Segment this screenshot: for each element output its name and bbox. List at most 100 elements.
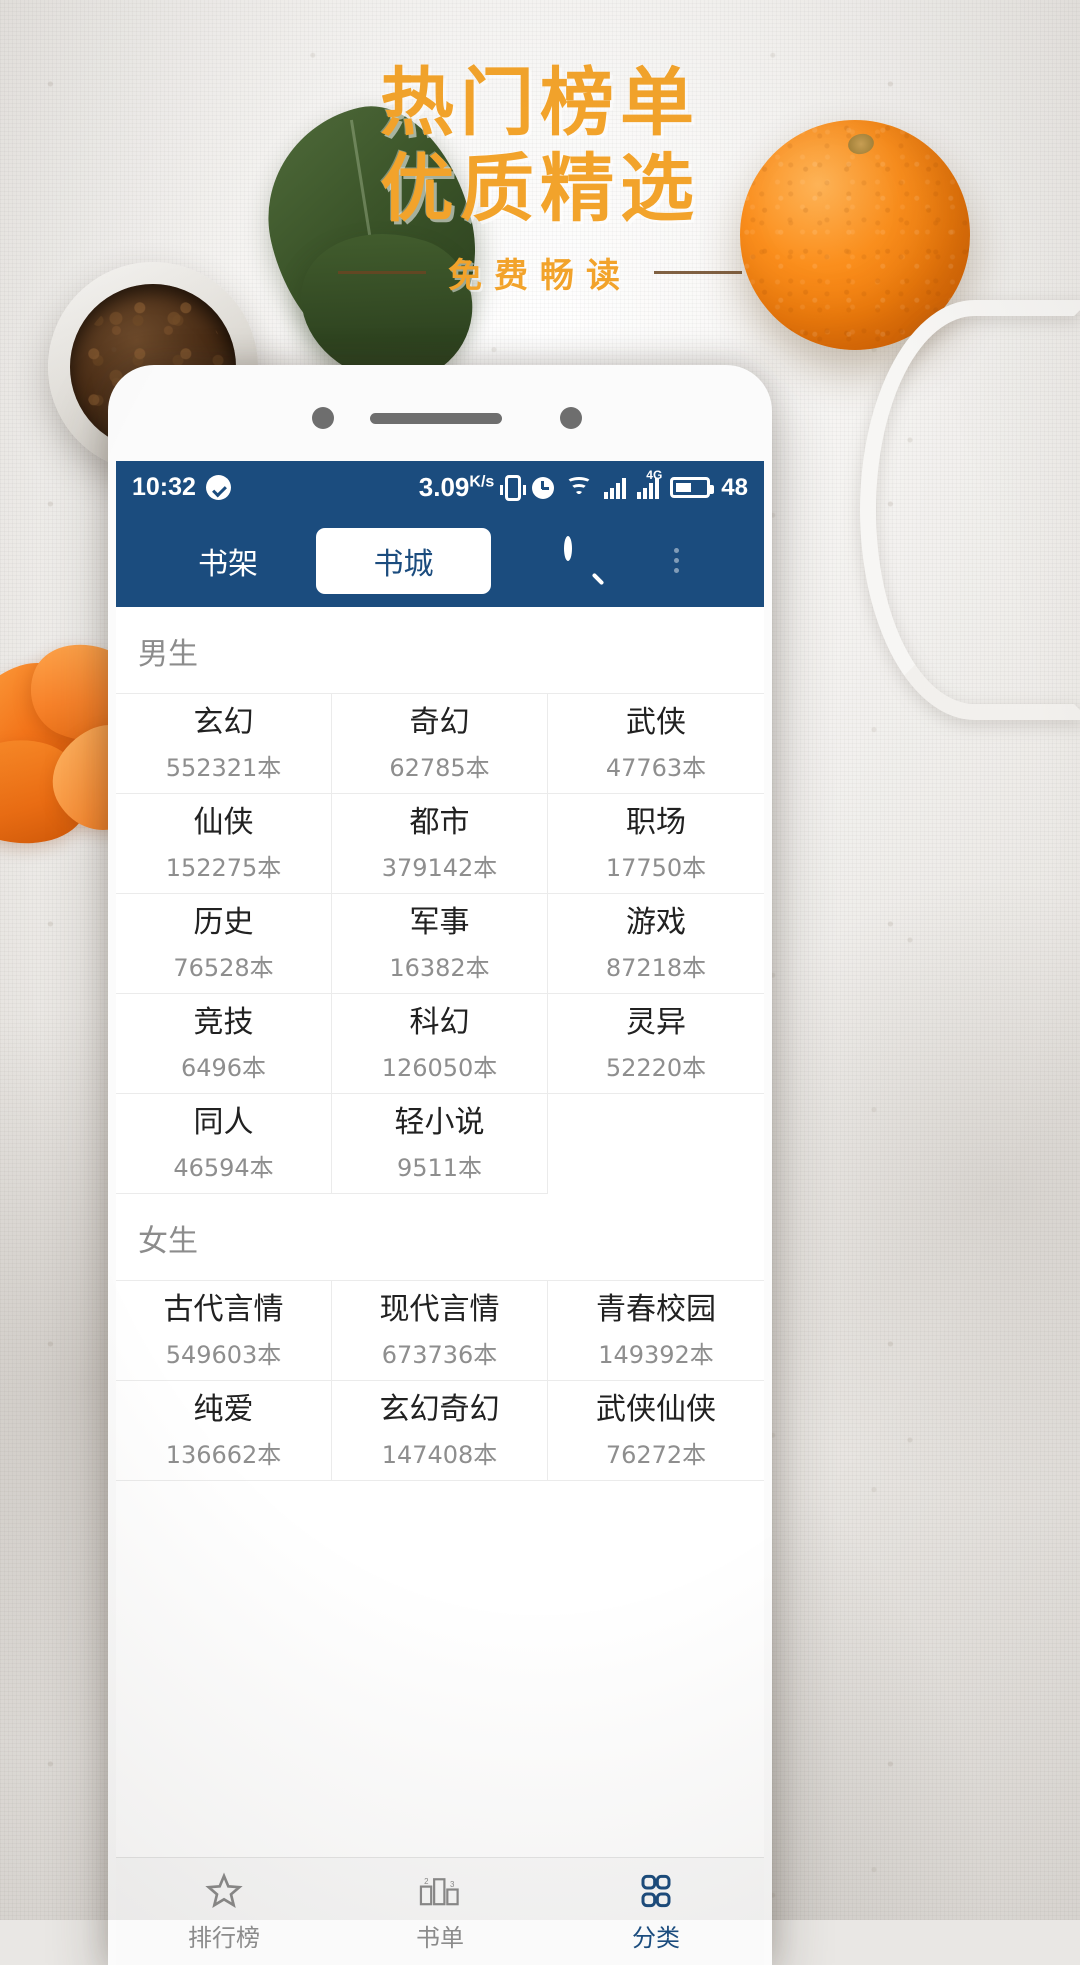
category-cell[interactable]: 轻小说 9511本 xyxy=(332,1094,548,1194)
category-cell[interactable]: 灵异 52220本 xyxy=(548,994,764,1094)
category-cell[interactable]: 玄幻 552321本 xyxy=(116,694,332,794)
status-bar-right: 3.09K/s 4G 48 xyxy=(418,468,748,503)
section-title-male: 男生 xyxy=(138,637,198,672)
front-camera-icon xyxy=(312,407,334,429)
app-nav-bar: 书架 书城 xyxy=(116,514,764,607)
phone-bezel-top xyxy=(108,365,772,461)
category-count: 549603本 xyxy=(165,1341,282,1369)
category-name: 游戏 xyxy=(626,905,686,940)
category-count: 147408本 xyxy=(381,1441,498,1469)
svg-text:2: 2 xyxy=(424,1877,428,1886)
category-name: 纯爱 xyxy=(193,1392,254,1427)
category-name: 仙侠 xyxy=(193,805,254,840)
category-count: 152275本 xyxy=(165,854,282,882)
category-count: 16382本 xyxy=(389,954,490,982)
category-count: 76528本 xyxy=(173,954,274,982)
category-count: 87218本 xyxy=(605,954,707,982)
category-name: 历史 xyxy=(193,905,254,940)
category-count: 17750本 xyxy=(605,854,707,882)
category-count: 379142本 xyxy=(381,854,498,882)
category-cell[interactable]: 科幻 126050本 xyxy=(332,994,548,1094)
subtitle-row: 免费畅读 xyxy=(0,248,1080,297)
category-cell[interactable]: 竞技 6496本 xyxy=(116,994,332,1094)
signal-bars-icon xyxy=(604,477,627,499)
category-name: 竞技 xyxy=(193,1005,254,1040)
tab-ranking[interactable]: 排行榜 xyxy=(116,1858,332,1965)
rule-right xyxy=(654,271,742,274)
tab-bookshelf[interactable]: 书架 xyxy=(192,539,264,583)
tab-category[interactable]: 分类 xyxy=(548,1858,764,1965)
category-name: 武侠仙侠 xyxy=(596,1392,716,1427)
signal-bars-4g-icon: 4G xyxy=(637,468,662,499)
category-name: 武侠 xyxy=(626,705,686,740)
category-cell[interactable]: 古代言情 549603本 xyxy=(116,1281,332,1381)
tab-label: 分类 xyxy=(632,1923,680,1952)
proximity-sensor-icon xyxy=(560,407,582,429)
category-count: 149392本 xyxy=(598,1341,714,1369)
more-dots-icon[interactable] xyxy=(674,548,679,573)
earpiece-speaker xyxy=(370,413,502,424)
category-name: 现代言情 xyxy=(379,1292,500,1327)
ranking-icon: 2 3 xyxy=(418,1871,462,1911)
status-bar: 10:32 3.09K/s 4G 48 xyxy=(116,461,764,514)
category-cell[interactable]: 纯爱 136662本 xyxy=(116,1381,332,1481)
category-grid-female: 古代言情 549603本 现代言情 673736本 青春校园 149392本 纯爱 13… xyxy=(116,1280,764,1481)
section-title-female: 女生 xyxy=(138,1224,198,1259)
category-count: 6496本 xyxy=(180,1054,267,1082)
headline-line-1: 热门榜单 xyxy=(380,60,700,146)
headline-line-2: 优质精选 xyxy=(380,146,700,232)
category-name: 轻小说 xyxy=(394,1105,485,1140)
tab-label: 排行榜 xyxy=(188,1923,260,1952)
category-cell[interactable]: 都市 379142本 xyxy=(332,794,548,894)
category-count: 76272本 xyxy=(605,1441,707,1469)
category-count: 46594本 xyxy=(173,1154,274,1182)
phone-mockup: 10:32 3.09K/s 4G 48 书架 书城 男生 玄幻 552321本 … xyxy=(108,365,772,1965)
net-speed: 3.09K/s xyxy=(418,472,495,502)
category-name: 职场 xyxy=(626,805,686,840)
category-grid-male: 玄幻 552321本 奇幻 62785本 武侠 47763本 仙侠 152275本 都市… xyxy=(116,693,764,1194)
network-type-badge: 4G xyxy=(646,467,663,482)
phone-screen: 10:32 3.09K/s 4G 48 书架 书城 男生 玄幻 552321本 … xyxy=(116,461,764,1965)
category-count: 52220本 xyxy=(605,1054,707,1082)
category-count: 62785本 xyxy=(389,754,490,782)
bottom-tab-bar: 排行榜 2 3 书单 分类 xyxy=(116,1857,764,1965)
status-time: 10:32 xyxy=(132,473,196,501)
category-count: 673736本 xyxy=(381,1341,498,1369)
star-icon xyxy=(204,1871,244,1911)
alarm-icon xyxy=(532,476,555,499)
category-count: 126050本 xyxy=(381,1054,498,1082)
status-bar-left: 10:32 xyxy=(132,473,231,502)
category-count: 47763本 xyxy=(605,754,707,782)
category-count: 552321本 xyxy=(165,754,282,782)
category-cell[interactable]: 历史 76528本 xyxy=(116,894,332,994)
category-name: 灵异 xyxy=(626,1005,686,1040)
category-name: 科幻 xyxy=(409,1005,470,1040)
category-name: 古代言情 xyxy=(163,1292,284,1327)
category-name: 军事 xyxy=(409,905,470,940)
category-name: 奇幻 xyxy=(409,705,470,740)
poster-subtitle: 免费畅读 xyxy=(448,256,632,296)
category-cell[interactable]: 现代言情 673736本 xyxy=(332,1281,548,1381)
wifi-icon xyxy=(565,476,593,499)
category-name: 同人 xyxy=(193,1105,254,1140)
category-cell[interactable]: 奇幻 62785本 xyxy=(332,694,548,794)
category-cell[interactable]: 玄幻奇幻 147408本 xyxy=(332,1381,548,1481)
category-cell[interactable]: 同人 46594本 xyxy=(116,1094,332,1194)
tab-label: 书单 xyxy=(416,1923,464,1952)
category-cell[interactable]: 游戏 87218本 xyxy=(548,894,764,994)
category-cell[interactable]: 职场 17750本 xyxy=(548,794,764,894)
search-icon[interactable] xyxy=(564,535,606,585)
tab-bookstore[interactable]: 书城 xyxy=(316,527,491,594)
category-cell[interactable]: 武侠仙侠 76272本 xyxy=(548,1381,764,1481)
category-cell[interactable]: 仙侠 152275本 xyxy=(116,794,332,894)
category-count: 136662本 xyxy=(165,1441,282,1469)
tab-booklist[interactable]: 2 3 书单 xyxy=(332,1858,548,1965)
category-content[interactable]: 男生 玄幻 552321本 奇幻 62785本 武侠 47763本 仙侠 152275本… xyxy=(116,607,764,1965)
category-name: 玄幻奇幻 xyxy=(379,1392,500,1427)
category-cell[interactable]: 军事 16382本 xyxy=(332,894,548,994)
rule-left xyxy=(338,271,426,274)
category-cell[interactable]: 武侠 47763本 xyxy=(548,694,764,794)
category-cell[interactable]: 青春校园 149392本 xyxy=(548,1281,764,1381)
check-circle-icon xyxy=(205,475,231,500)
battery-level: 48 xyxy=(721,473,748,501)
